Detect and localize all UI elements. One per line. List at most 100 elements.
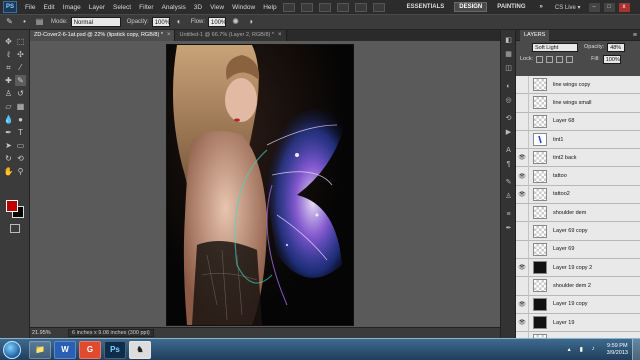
document-canvas[interactable] xyxy=(167,45,353,325)
visibility-eye-icon[interactable]: 👁 xyxy=(516,295,529,314)
layer-thumbnail[interactable] xyxy=(533,133,547,147)
pressure-opacity-icon[interactable]: ◐ xyxy=(174,17,185,27)
layer-thumbnail[interactable] xyxy=(533,96,547,110)
move-tool-icon[interactable]: ✥ xyxy=(3,36,14,47)
network-icon[interactable]: ▮ xyxy=(580,346,588,354)
layer-name[interactable]: Layer 68 xyxy=(553,118,574,124)
visibility-eye-icon[interactable] xyxy=(516,76,529,94)
color-panel-icon[interactable]: ◧ xyxy=(503,36,514,46)
swatches-panel-icon[interactable]: ▦ xyxy=(503,50,514,60)
menu-layer[interactable]: Layer xyxy=(89,4,105,11)
zoom-tool-icon[interactable]: ⚲ xyxy=(15,166,26,177)
3d-rotate-tool-icon[interactable]: ↻ xyxy=(3,153,14,164)
path-selection-tool-icon[interactable]: ➤ xyxy=(3,140,14,151)
maximize-button[interactable]: □ xyxy=(603,2,615,12)
layer-opacity-field[interactable]: 48% xyxy=(607,42,626,52)
visibility-eye-icon[interactable] xyxy=(516,112,529,131)
history-panel-icon[interactable]: ⟲ xyxy=(503,114,514,124)
layer-row[interactable]: 👁 tattoo xyxy=(516,167,640,186)
visibility-eye-icon[interactable] xyxy=(516,222,529,241)
cs-live-button[interactable]: CS Live ▾ xyxy=(555,4,581,11)
canvas-area[interactable] xyxy=(30,41,500,327)
hand-tool-icon[interactable] xyxy=(336,2,349,12)
visibility-eye-icon[interactable]: 👁 xyxy=(516,258,529,277)
layer-row[interactable]: 👁 Layer 19 xyxy=(516,313,640,333)
layer-thumbnail[interactable] xyxy=(533,224,547,238)
menu-view[interactable]: View xyxy=(210,4,224,11)
masks-panel-icon[interactable]: ◎ xyxy=(503,96,514,106)
layer-row[interactable]: 👁 tattoo2 xyxy=(516,185,640,205)
menu-filter[interactable]: Filter xyxy=(139,4,153,11)
start-button[interactable] xyxy=(3,340,21,359)
clock[interactable]: 9:59 PM 3/9/2013 xyxy=(607,343,628,357)
layer-row[interactable]: line wings copy xyxy=(516,76,640,95)
more-workspaces-button[interactable]: » xyxy=(536,3,547,11)
layer-thumbnail[interactable] xyxy=(533,297,547,311)
fill-field[interactable]: 100% xyxy=(602,54,621,64)
tab-document-untitled[interactable]: Untitled-1 @ 66.7% (Layer 2, RGB/8) * × xyxy=(175,30,287,41)
zoom-level-icon[interactable] xyxy=(318,2,331,12)
lock-transparency-icon[interactable] xyxy=(536,55,544,63)
brush-tool-icon[interactable]: ✎ xyxy=(15,75,26,86)
shape-tool-icon[interactable]: ▭ xyxy=(15,140,26,151)
close-tab-icon[interactable]: × xyxy=(278,30,282,41)
eyedropper-tool-icon[interactable]: ⁄ xyxy=(15,62,26,73)
flow-field[interactable]: 100% xyxy=(208,17,226,27)
menu-window[interactable]: Window xyxy=(232,4,255,11)
styles-panel-icon[interactable]: ◫ xyxy=(503,64,514,74)
visibility-eye-icon[interactable] xyxy=(516,93,529,112)
menu-image[interactable]: Image xyxy=(63,4,81,11)
bridge-icon[interactable] xyxy=(282,2,295,12)
layer-thumbnail[interactable] xyxy=(533,187,547,201)
menu-file[interactable]: File xyxy=(25,4,35,11)
quick-select-tool-icon[interactable]: ✣ xyxy=(15,49,26,60)
layer-name[interactable]: line wings small xyxy=(553,100,592,106)
layer-name[interactable]: tattoo xyxy=(553,173,567,179)
workspace-design[interactable]: DESIGN xyxy=(454,2,488,12)
tab-document-cover[interactable]: ZD-Cover2-6-1at.psd @ 22% (lipstick copy… xyxy=(30,30,176,41)
hand-tool-icon[interactable]: ✋ xyxy=(3,166,14,177)
type-tool-icon[interactable]: T xyxy=(15,127,26,138)
menu-select[interactable]: Select xyxy=(113,4,131,11)
layer-row[interactable]: line wings small xyxy=(516,93,640,113)
lock-position-icon[interactable] xyxy=(556,55,564,63)
layer-thumbnail[interactable] xyxy=(533,78,547,92)
gradient-tool-icon[interactable]: ▦ xyxy=(15,101,26,112)
close-button[interactable]: x xyxy=(618,2,630,12)
visibility-eye-icon[interactable]: 👁 xyxy=(516,185,529,204)
layer-name[interactable]: line wings copy xyxy=(553,82,590,88)
foreground-color-swatch[interactable] xyxy=(6,200,18,212)
lock-all-icon[interactable] xyxy=(566,55,574,63)
marquee-tool-icon[interactable]: ⬚ xyxy=(15,36,26,47)
photoshop-taskbar-icon[interactable]: Ps xyxy=(104,340,126,359)
close-tab-icon[interactable]: × xyxy=(167,30,171,41)
layer-row[interactable]: shoulder dem 2 xyxy=(516,276,640,296)
visibility-eye-icon[interactable]: 👁 xyxy=(516,167,529,186)
layer-name[interactable]: Layer 69 copy xyxy=(553,228,588,234)
layer-row[interactable]: 👁 tint2 back xyxy=(516,148,640,168)
menu-edit[interactable]: Edit xyxy=(43,4,54,11)
layer-row[interactable]: Layer 69 xyxy=(516,240,640,259)
adjustments-panel-icon[interactable]: ◐ xyxy=(503,82,514,92)
layer-row[interactable]: Layer 69 copy xyxy=(516,222,640,241)
layer-name[interactable]: Layer 69 xyxy=(553,246,574,252)
panel-menu-icon[interactable]: ≡ xyxy=(633,32,637,39)
layer-name[interactable]: shoulder dem 2 xyxy=(553,283,591,289)
paths-panel-icon[interactable]: ✒ xyxy=(503,224,514,234)
layer-row[interactable]: shoulder dem xyxy=(516,203,640,223)
layer-row[interactable]: tint1 xyxy=(516,130,640,150)
brush-preset-icon[interactable]: • xyxy=(19,17,30,27)
layer-row[interactable]: 👁 Layer 19 copy xyxy=(516,295,640,314)
dodge-tool-icon[interactable]: ● xyxy=(15,114,26,125)
workspace-painting[interactable]: PAINTING xyxy=(493,3,529,11)
pressure-size-icon[interactable]: ◑ xyxy=(245,17,256,27)
layer-thumbnail[interactable] xyxy=(533,151,547,165)
layer-thumbnail[interactable] xyxy=(533,114,547,128)
show-desktop-button[interactable] xyxy=(632,339,640,360)
tab-layers[interactable]: LAYERS xyxy=(520,29,550,41)
arrange-documents-icon[interactable] xyxy=(354,2,367,12)
brush-panel-icon[interactable]: ✎ xyxy=(503,178,514,188)
crop-tool-icon[interactable]: ⌗ xyxy=(3,62,14,73)
tray-arrow-icon[interactable]: ▴ xyxy=(568,346,576,354)
quick-mask-icon[interactable] xyxy=(10,224,20,233)
